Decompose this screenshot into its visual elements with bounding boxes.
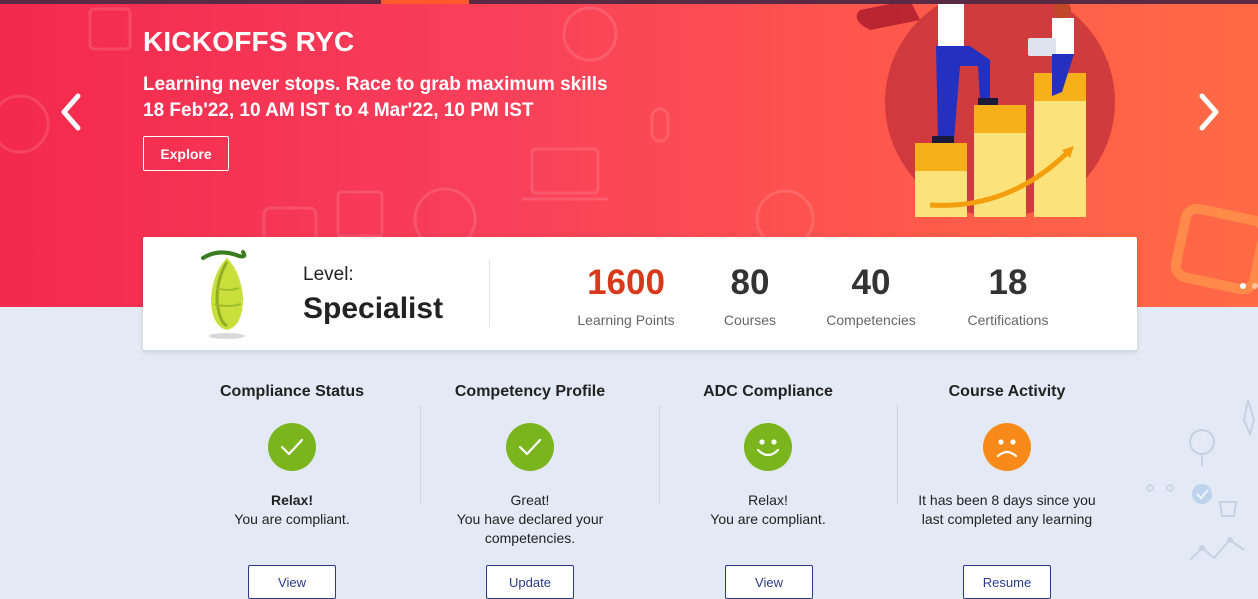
book-icon: [88, 7, 132, 51]
carousel-dot[interactable]: [1240, 283, 1246, 289]
stat-label: Courses: [723, 312, 777, 328]
cocoon-icon: [201, 250, 247, 339]
stat-value: 80: [730, 263, 770, 302]
course-resume-button[interactable]: Resume: [963, 565, 1051, 599]
adc-compliance-panel: ADC Compliance Relax! You are compliant.: [649, 383, 887, 529]
hero-dates: 18 Feb'22, 10 AM IST to 4 Mar'22, 10 PM …: [143, 100, 534, 121]
level-label: Level:: [303, 264, 354, 285]
adc-view-button[interactable]: View: [725, 565, 813, 599]
stat-certifications[interactable]: 18 Certifications: [938, 263, 1078, 328]
sad-face-icon: [983, 423, 1031, 471]
level-summary-card: Level: Specialist 1600 Learning Points 8…: [143, 237, 1137, 350]
panel-message: Great! You have declared your competenci…: [450, 491, 610, 548]
doc-icon: [336, 190, 384, 238]
status-detail: You are compliant.: [710, 511, 826, 527]
status-line: Relax!: [748, 492, 788, 508]
learning-doodle-illustration: [1146, 399, 1256, 561]
check-icon: [506, 423, 554, 471]
status-line: Great!: [510, 492, 550, 508]
level-value: Specialist: [303, 292, 444, 325]
stat-value: 18: [988, 263, 1028, 302]
course-activity-panel: Course Activity It has been 8 days since…: [888, 383, 1126, 529]
stat-learning-points[interactable]: 1600 Learning Points: [556, 263, 696, 328]
panel-title: ADC Compliance: [703, 383, 833, 400]
stat-value: 40: [851, 263, 891, 302]
stat-courses[interactable]: 80 Courses: [680, 263, 820, 328]
panel-title: Course Activity: [948, 383, 1066, 400]
podium-illustration: [856, 4, 1115, 217]
carousel-dots: [1240, 283, 1258, 289]
panel-message: It has been 8 days since you last comple…: [912, 491, 1102, 529]
status-detail: You have declared your competencies.: [456, 511, 604, 546]
tablet-icon: [1170, 204, 1258, 295]
status-line: Relax!: [270, 492, 314, 508]
clock-icon: [562, 6, 618, 62]
panel-title: Compliance Status: [219, 383, 365, 400]
laptop-icon: [522, 147, 608, 201]
competency-profile-panel: Competency Profile Great! You have decla…: [411, 383, 649, 548]
status-detail: It has been 8 days since you last comple…: [918, 492, 1096, 527]
stat-value: 1600: [587, 263, 665, 302]
explore-button[interactable]: Explore: [143, 136, 229, 171]
hero-title: KICKOFFS RYC: [143, 26, 355, 57]
competency-update-button[interactable]: Update: [486, 565, 574, 599]
panel-title: Competency Profile: [454, 383, 606, 400]
panel-message: Relax! You are compliant.: [173, 491, 411, 529]
check-icon: [268, 423, 316, 471]
stat-label: Learning Points: [577, 312, 675, 328]
card-divider: [489, 259, 490, 327]
chevron-right-icon[interactable]: [1194, 92, 1224, 132]
smiley-icon: [744, 423, 792, 471]
chevron-left-icon[interactable]: [56, 92, 86, 132]
status-detail: You are compliant.: [234, 511, 350, 527]
stat-competencies[interactable]: 40 Competencies: [801, 263, 941, 328]
stat-label: Competencies: [826, 312, 916, 328]
compliance-status-panel: Compliance Status Relax! You are complia…: [173, 383, 411, 529]
compliance-view-button[interactable]: View: [248, 565, 336, 599]
stat-label: Certifications: [967, 312, 1049, 328]
panel-message: Relax! You are compliant.: [649, 491, 887, 529]
mic-icon: [650, 107, 670, 143]
hero-subtitle: Learning never stops. Race to grab maxim…: [143, 74, 608, 95]
carousel-dot[interactable]: [1252, 283, 1258, 289]
